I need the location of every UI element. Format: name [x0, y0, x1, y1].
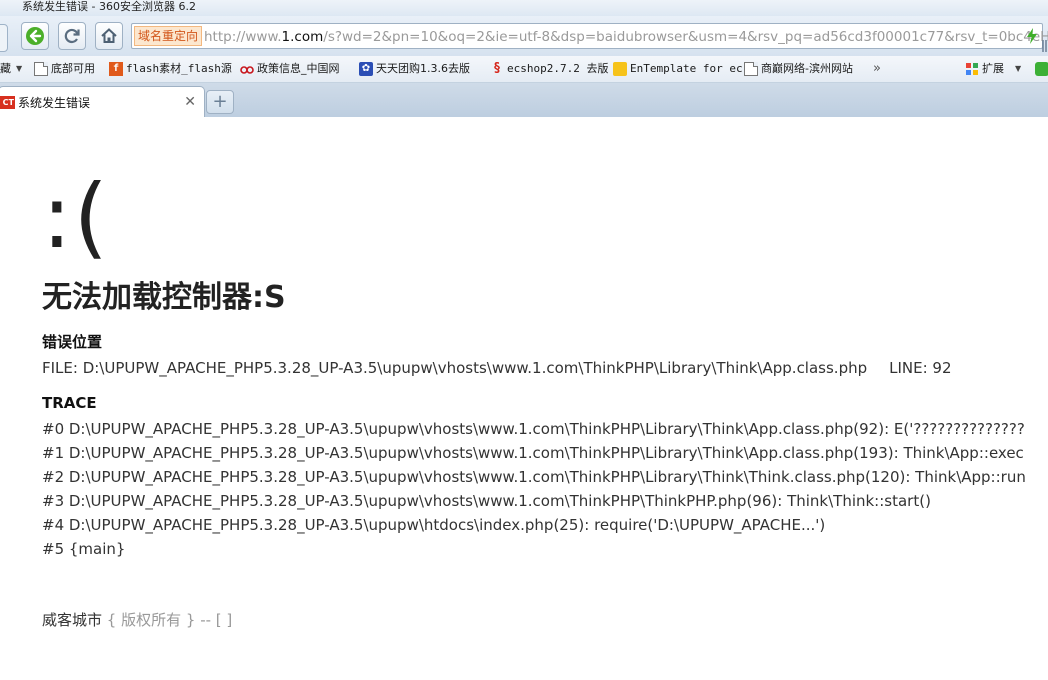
bookmark-item[interactable]: 底部可用 [34, 60, 95, 78]
close-icon[interactable]: ✕ [184, 95, 196, 109]
url-path: /s?wd=2&pn=10&oq=2&ie=utf-8&dsp=baidubro… [323, 29, 1048, 45]
paw-icon: ✿ [359, 62, 373, 76]
bookmark-label: 政策信息_中国网 [257, 62, 340, 75]
bookmark-item[interactable]: 政策信息_中国网 [240, 60, 340, 78]
sidebar-toggle-button[interactable] [0, 24, 8, 52]
home-icon [101, 28, 117, 43]
bookmark-item[interactable]: 商巅网络-滨州网站 [744, 60, 853, 78]
error-file: FILE: D:\UPUPW_APACHE_PHP5.3.28_UP-A3.5\… [42, 359, 868, 377]
extensions-button[interactable]: 扩展 ▼ [965, 60, 1021, 78]
error-title: 无法加载控制器:S [42, 280, 286, 315]
url-prefix: http://www. [204, 29, 282, 45]
tab-favicon: CT [0, 96, 15, 109]
trace-line: #4 D:\UPUPW_APACHE_PHP5.3.28_UP-A3.5\upu… [42, 516, 826, 534]
bookmarks-bar: 藏 ▼ 底部可用 f flash素材_flash源 政策信息_中国网 ✿ 天天团… [0, 56, 1048, 83]
bookmark-label: 商巅网络-滨州网站 [761, 62, 853, 75]
window-title-bar: 系统发生错误 - 360安全浏览器 6.2 [0, 0, 1048, 16]
speed-mode-icon[interactable] [1026, 27, 1038, 45]
refresh-icon [64, 28, 80, 44]
tab-active[interactable]: CT 系统发生错误 ✕ [0, 86, 205, 117]
trace-line: #3 D:\UPUPW_APACHE_PHP5.3.28_UP-A3.5\upu… [42, 492, 931, 510]
flash-icon: f [109, 62, 123, 76]
trace-line: #0 D:\UPUPW_APACHE_PHP5.3.28_UP-A3.5\upu… [42, 420, 1025, 438]
bookmark-label: 底部可用 [51, 62, 95, 75]
bookmark-item[interactable]: EnTemplate for ec [613, 60, 743, 78]
error-line-number: LINE: 92 [889, 359, 952, 377]
footer-copyright: { 版权所有 } -- [ ] [106, 611, 233, 629]
ecshop-icon: § [493, 61, 501, 76]
home-button[interactable] [95, 22, 123, 50]
overflow-edge-icon [1042, 40, 1047, 52]
bookmark-item[interactable]: f flash素材_flash源 [109, 60, 232, 78]
shield-icon [1035, 62, 1048, 76]
back-arrow-icon [26, 27, 44, 45]
extensions-grid-icon [966, 63, 978, 75]
chevron-down-icon: ▼ [16, 64, 23, 73]
error-location-heading: 错误位置 [42, 333, 103, 351]
entemplate-icon [613, 62, 627, 76]
page-icon [744, 62, 758, 76]
bookmark-label: flash素材_flash源 [126, 62, 232, 75]
page-footer: 威客城市 { 版权所有 } -- [ ] [42, 610, 232, 630]
address-bar[interactable]: 域名重定向 http://www.1.com/s?wd=2&pn=10&oq=2… [131, 23, 1048, 49]
refresh-button[interactable] [58, 22, 86, 50]
window-title: 系统发生错误 - 360安全浏览器 6.2 [22, 0, 196, 13]
bookmark-item[interactable]: ✿ 天天团购1.3.6去版 [359, 60, 470, 78]
trace-heading: TRACE [42, 394, 97, 412]
error-file-line: FILE: D:\UPUPW_APACHE_PHP5.3.28_UP-A3.5\… [42, 358, 952, 378]
extension-shield-button[interactable] [1035, 60, 1048, 78]
url-host: 1.com [281, 29, 324, 45]
china-net-icon [240, 66, 254, 74]
trace-line: #1 D:\UPUPW_APACHE_PHP5.3.28_UP-A3.5\upu… [42, 444, 1024, 462]
bookmark-favorites[interactable]: 藏 ▼ [0, 60, 22, 78]
new-tab-button[interactable]: + [206, 90, 234, 114]
trace-line: #2 D:\UPUPW_APACHE_PHP5.3.28_UP-A3.5\upu… [42, 468, 1026, 486]
domain-redirect-badge[interactable]: 域名重定向 [134, 26, 203, 46]
navigation-bar: 域名重定向 http://www.1.com/s?wd=2&pn=10&oq=2… [0, 16, 1048, 56]
tab-bar: CT 系统发生错误 ✕ + [0, 83, 1048, 117]
bookmark-label: ecshop2.7.2 去版 [507, 62, 609, 75]
back-button[interactable] [21, 22, 49, 50]
footer-site-name: 威客城市 [42, 611, 103, 629]
chevron-down-icon: ▼ [1015, 64, 1022, 73]
bookmark-label: EnTemplate for ec [630, 62, 743, 75]
bookmark-item[interactable]: § ecshop2.7.2 去版 [490, 60, 608, 78]
bookmark-label: 天天团购1.3.6去版 [376, 62, 470, 75]
tab-label: 系统发生错误 [18, 96, 91, 110]
extensions-label: 扩展 [982, 62, 1004, 75]
bookmarks-more-button[interactable]: » [873, 60, 881, 78]
page-icon [34, 62, 48, 76]
trace-line: #5 {main} [42, 540, 126, 558]
bookmark-label: 藏 [0, 62, 11, 75]
url-text[interactable]: http://www.1.com/s?wd=2&pn=10&oq=2&ie=ut… [204, 28, 1048, 46]
sad-face: :( [42, 165, 110, 268]
